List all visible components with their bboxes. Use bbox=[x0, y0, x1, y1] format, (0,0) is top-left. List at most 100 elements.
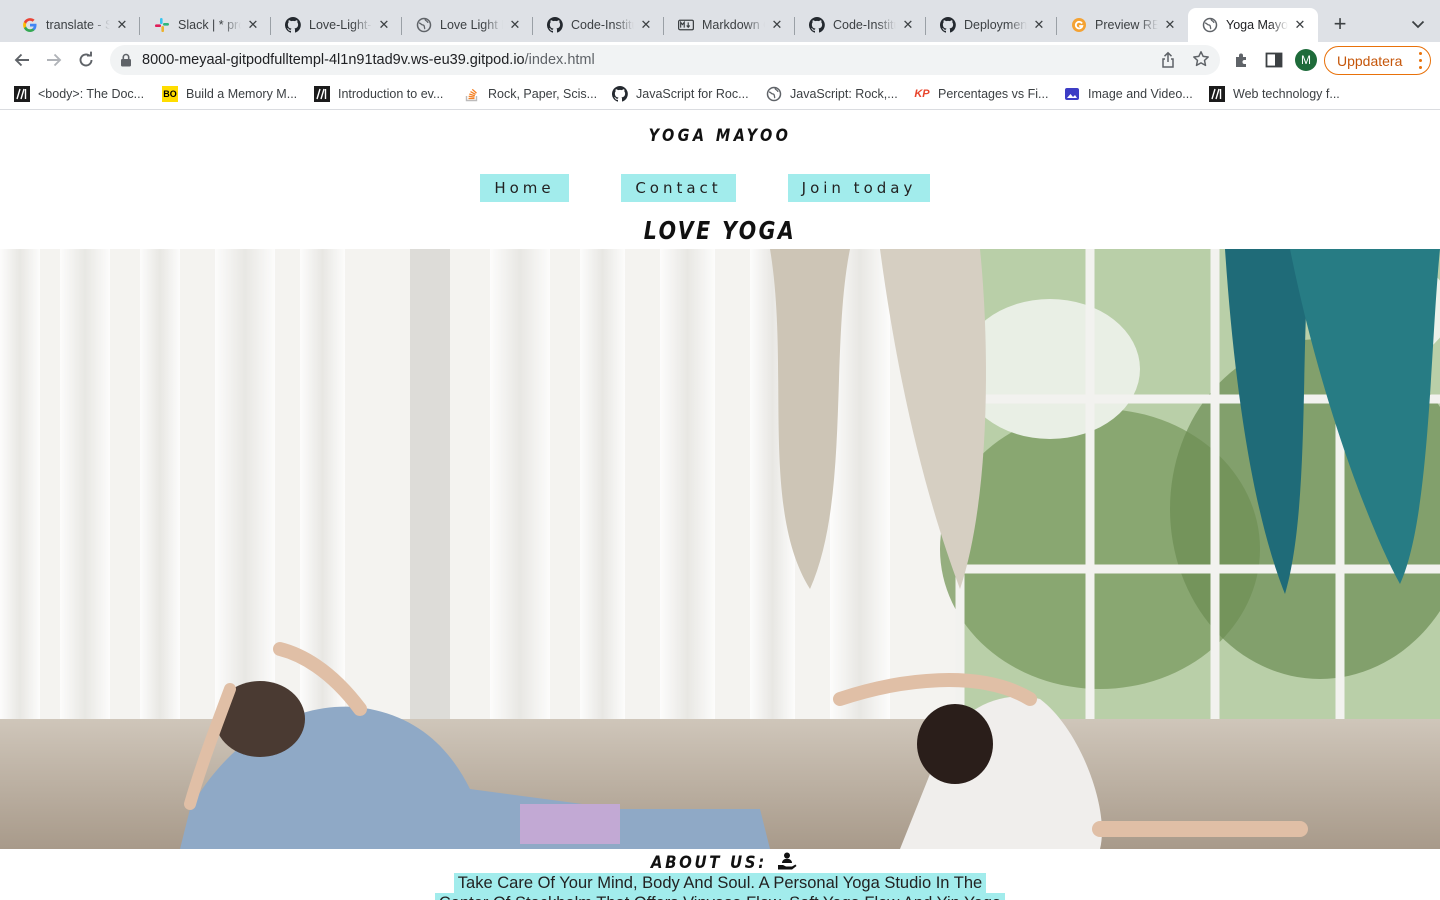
bo-icon: BO bbox=[162, 86, 178, 102]
lock-icon[interactable] bbox=[120, 53, 132, 72]
browser-toolbar: 8000-meyaal-gitpodfulltempl-4l1n91tad9v.… bbox=[0, 42, 1440, 78]
bookmark-label: Introduction to ev... bbox=[338, 87, 444, 101]
tab-title: translate - S bbox=[46, 18, 110, 32]
tab-title: Yoga Mayoo bbox=[1226, 18, 1288, 32]
profile-avatar[interactable]: M bbox=[1295, 49, 1317, 71]
globe-icon bbox=[416, 17, 432, 33]
kp-icon: KP bbox=[914, 88, 930, 100]
preview-g-icon bbox=[1071, 17, 1087, 33]
bookmark-label: Image and Video... bbox=[1088, 87, 1193, 101]
more-menu-icon[interactable] bbox=[1418, 52, 1422, 69]
bookmark-item[interactable]: Web technology f... bbox=[1209, 86, 1340, 102]
nav-contact-link[interactable]: Contact bbox=[621, 174, 736, 202]
tab-title: Love Light P bbox=[440, 18, 503, 32]
globe-icon bbox=[1202, 17, 1218, 33]
tab-title: Love-Light- bbox=[309, 18, 372, 32]
bookmark-item[interactable]: BO Build a Memory M... bbox=[162, 86, 297, 102]
tab-title: Code-Institu bbox=[833, 18, 896, 32]
markdown-icon bbox=[678, 17, 694, 33]
github-icon bbox=[285, 17, 301, 33]
tab-title: Deployment bbox=[964, 18, 1027, 32]
globe-icon bbox=[766, 86, 782, 102]
close-icon[interactable]: ✕ bbox=[1292, 17, 1308, 33]
bookmark-label: Rock, Paper, Scis... bbox=[488, 87, 598, 101]
bookmark-label: JavaScript for Roc... bbox=[636, 87, 749, 101]
url-path: /index.html bbox=[524, 52, 595, 68]
close-icon[interactable]: ✕ bbox=[114, 17, 130, 33]
bookmark-item[interactable]: JavaScript: Rock,... bbox=[766, 86, 898, 102]
bookmark-item[interactable]: <body>: The Doc... bbox=[14, 86, 144, 102]
nav-home-link[interactable]: Home bbox=[480, 174, 569, 202]
stackoverflow-icon bbox=[464, 86, 480, 102]
about-text: Take Care Of Your Mind, Body And Soul. A… bbox=[432, 873, 1008, 900]
close-icon[interactable]: ✕ bbox=[1031, 17, 1047, 33]
extensions-puzzle-icon[interactable] bbox=[1232, 50, 1252, 70]
url-host: 8000-meyaal-gitpodfulltempl-4l1n91tad9v.… bbox=[142, 52, 525, 68]
nav-join-link[interactable]: Join today bbox=[788, 174, 930, 202]
github-icon bbox=[809, 17, 825, 33]
browser-tab[interactable]: Love-Light- ✕ bbox=[271, 8, 402, 42]
mdn-icon bbox=[1209, 86, 1225, 102]
new-tab-button[interactable]: + bbox=[1328, 13, 1352, 37]
github-icon bbox=[547, 17, 563, 33]
about-text-highlight: Take Care Of Your Mind, Body And Soul. A… bbox=[434, 873, 1006, 900]
close-icon[interactable]: ✕ bbox=[638, 17, 654, 33]
google-g-icon bbox=[22, 17, 38, 33]
side-panel-icon[interactable] bbox=[1264, 50, 1284, 70]
site-brand[interactable]: YOGA MAYOO bbox=[108, 126, 1332, 146]
bookmark-label: Percentages vs Fi... bbox=[938, 87, 1049, 101]
hero-yoga-image bbox=[0, 249, 1440, 849]
browser-tab[interactable]: Love Light P ✕ bbox=[402, 8, 533, 42]
browser-tab[interactable]: Markdown C ✕ bbox=[664, 8, 795, 42]
hand-holding-person-icon bbox=[777, 852, 797, 870]
about-heading: ABOUT US: bbox=[0, 852, 1440, 873]
reload-icon[interactable] bbox=[74, 48, 98, 72]
browser-tab[interactable]: Code-Institu ✕ bbox=[533, 8, 664, 42]
browser-tab[interactable]: Code-Institu ✕ bbox=[795, 8, 926, 42]
tab-title: Markdown C bbox=[702, 18, 765, 32]
slack-icon bbox=[154, 17, 170, 33]
mdn-icon bbox=[314, 86, 330, 102]
tab-title: Slack | * pro bbox=[178, 18, 241, 32]
bookmark-item[interactable]: KP Percentages vs Fi... bbox=[914, 86, 1048, 102]
hero-title: LOVE YOGA bbox=[643, 216, 797, 245]
tab-title: Preview REA bbox=[1095, 18, 1158, 32]
tab-strip: translate - S ✕ Slack | * pro ✕ Love-Lig… bbox=[0, 0, 1440, 42]
bookmarks-bar: <body>: The Doc... BO Build a Memory M..… bbox=[0, 78, 1440, 110]
close-icon[interactable]: ✕ bbox=[769, 17, 785, 33]
bookmark-star-icon[interactable] bbox=[1192, 50, 1210, 73]
forward-arrow-icon[interactable] bbox=[42, 48, 66, 72]
update-label: Uppdatera bbox=[1337, 52, 1403, 69]
about-heading-text: ABOUT US: bbox=[651, 853, 767, 873]
bookmark-label: JavaScript: Rock,... bbox=[790, 87, 898, 101]
url-text: 8000-meyaal-gitpodfulltempl-4l1n91tad9v.… bbox=[142, 52, 595, 68]
close-icon[interactable]: ✕ bbox=[1162, 17, 1178, 33]
mdn-icon bbox=[14, 86, 30, 102]
image-video-icon bbox=[1064, 86, 1080, 102]
browser-tab[interactable]: translate - S ✕ bbox=[8, 8, 140, 42]
browser-tab[interactable]: Deployment ✕ bbox=[926, 8, 1057, 42]
bookmark-label: Build a Memory M... bbox=[186, 87, 298, 101]
address-bar[interactable]: 8000-meyaal-gitpodfulltempl-4l1n91tad9v.… bbox=[110, 45, 1220, 75]
chevron-down-icon[interactable] bbox=[1406, 14, 1430, 34]
update-button[interactable]: Uppdatera bbox=[1324, 46, 1431, 75]
bookmark-label: Web technology f... bbox=[1233, 87, 1340, 101]
bookmark-item[interactable]: JavaScript for Roc... bbox=[612, 86, 749, 102]
bookmark-item[interactable]: Rock, Paper, Scis... bbox=[464, 86, 597, 102]
browser-tab[interactable]: Preview REA ✕ bbox=[1057, 8, 1188, 42]
web-page: YOGA MAYOO Home Contact Join today LOVE … bbox=[0, 111, 1440, 900]
browser-tab-active[interactable]: Yoga Mayoo ✕ bbox=[1188, 8, 1318, 42]
close-icon[interactable]: ✕ bbox=[376, 17, 392, 33]
close-icon[interactable]: ✕ bbox=[900, 17, 916, 33]
close-icon[interactable]: ✕ bbox=[507, 17, 523, 33]
bookmark-item[interactable]: Introduction to ev... bbox=[314, 86, 443, 102]
back-arrow-icon[interactable] bbox=[10, 48, 34, 72]
bookmark-item[interactable]: Image and Video... bbox=[1064, 86, 1193, 102]
share-icon[interactable] bbox=[1160, 51, 1176, 74]
tab-title: Code-Institu bbox=[571, 18, 634, 32]
github-icon bbox=[940, 17, 956, 33]
browser-tab[interactable]: Slack | * pro ✕ bbox=[140, 8, 271, 42]
github-icon bbox=[612, 86, 628, 102]
bookmark-label: <body>: The Doc... bbox=[38, 87, 145, 101]
close-icon[interactable]: ✕ bbox=[245, 17, 261, 33]
